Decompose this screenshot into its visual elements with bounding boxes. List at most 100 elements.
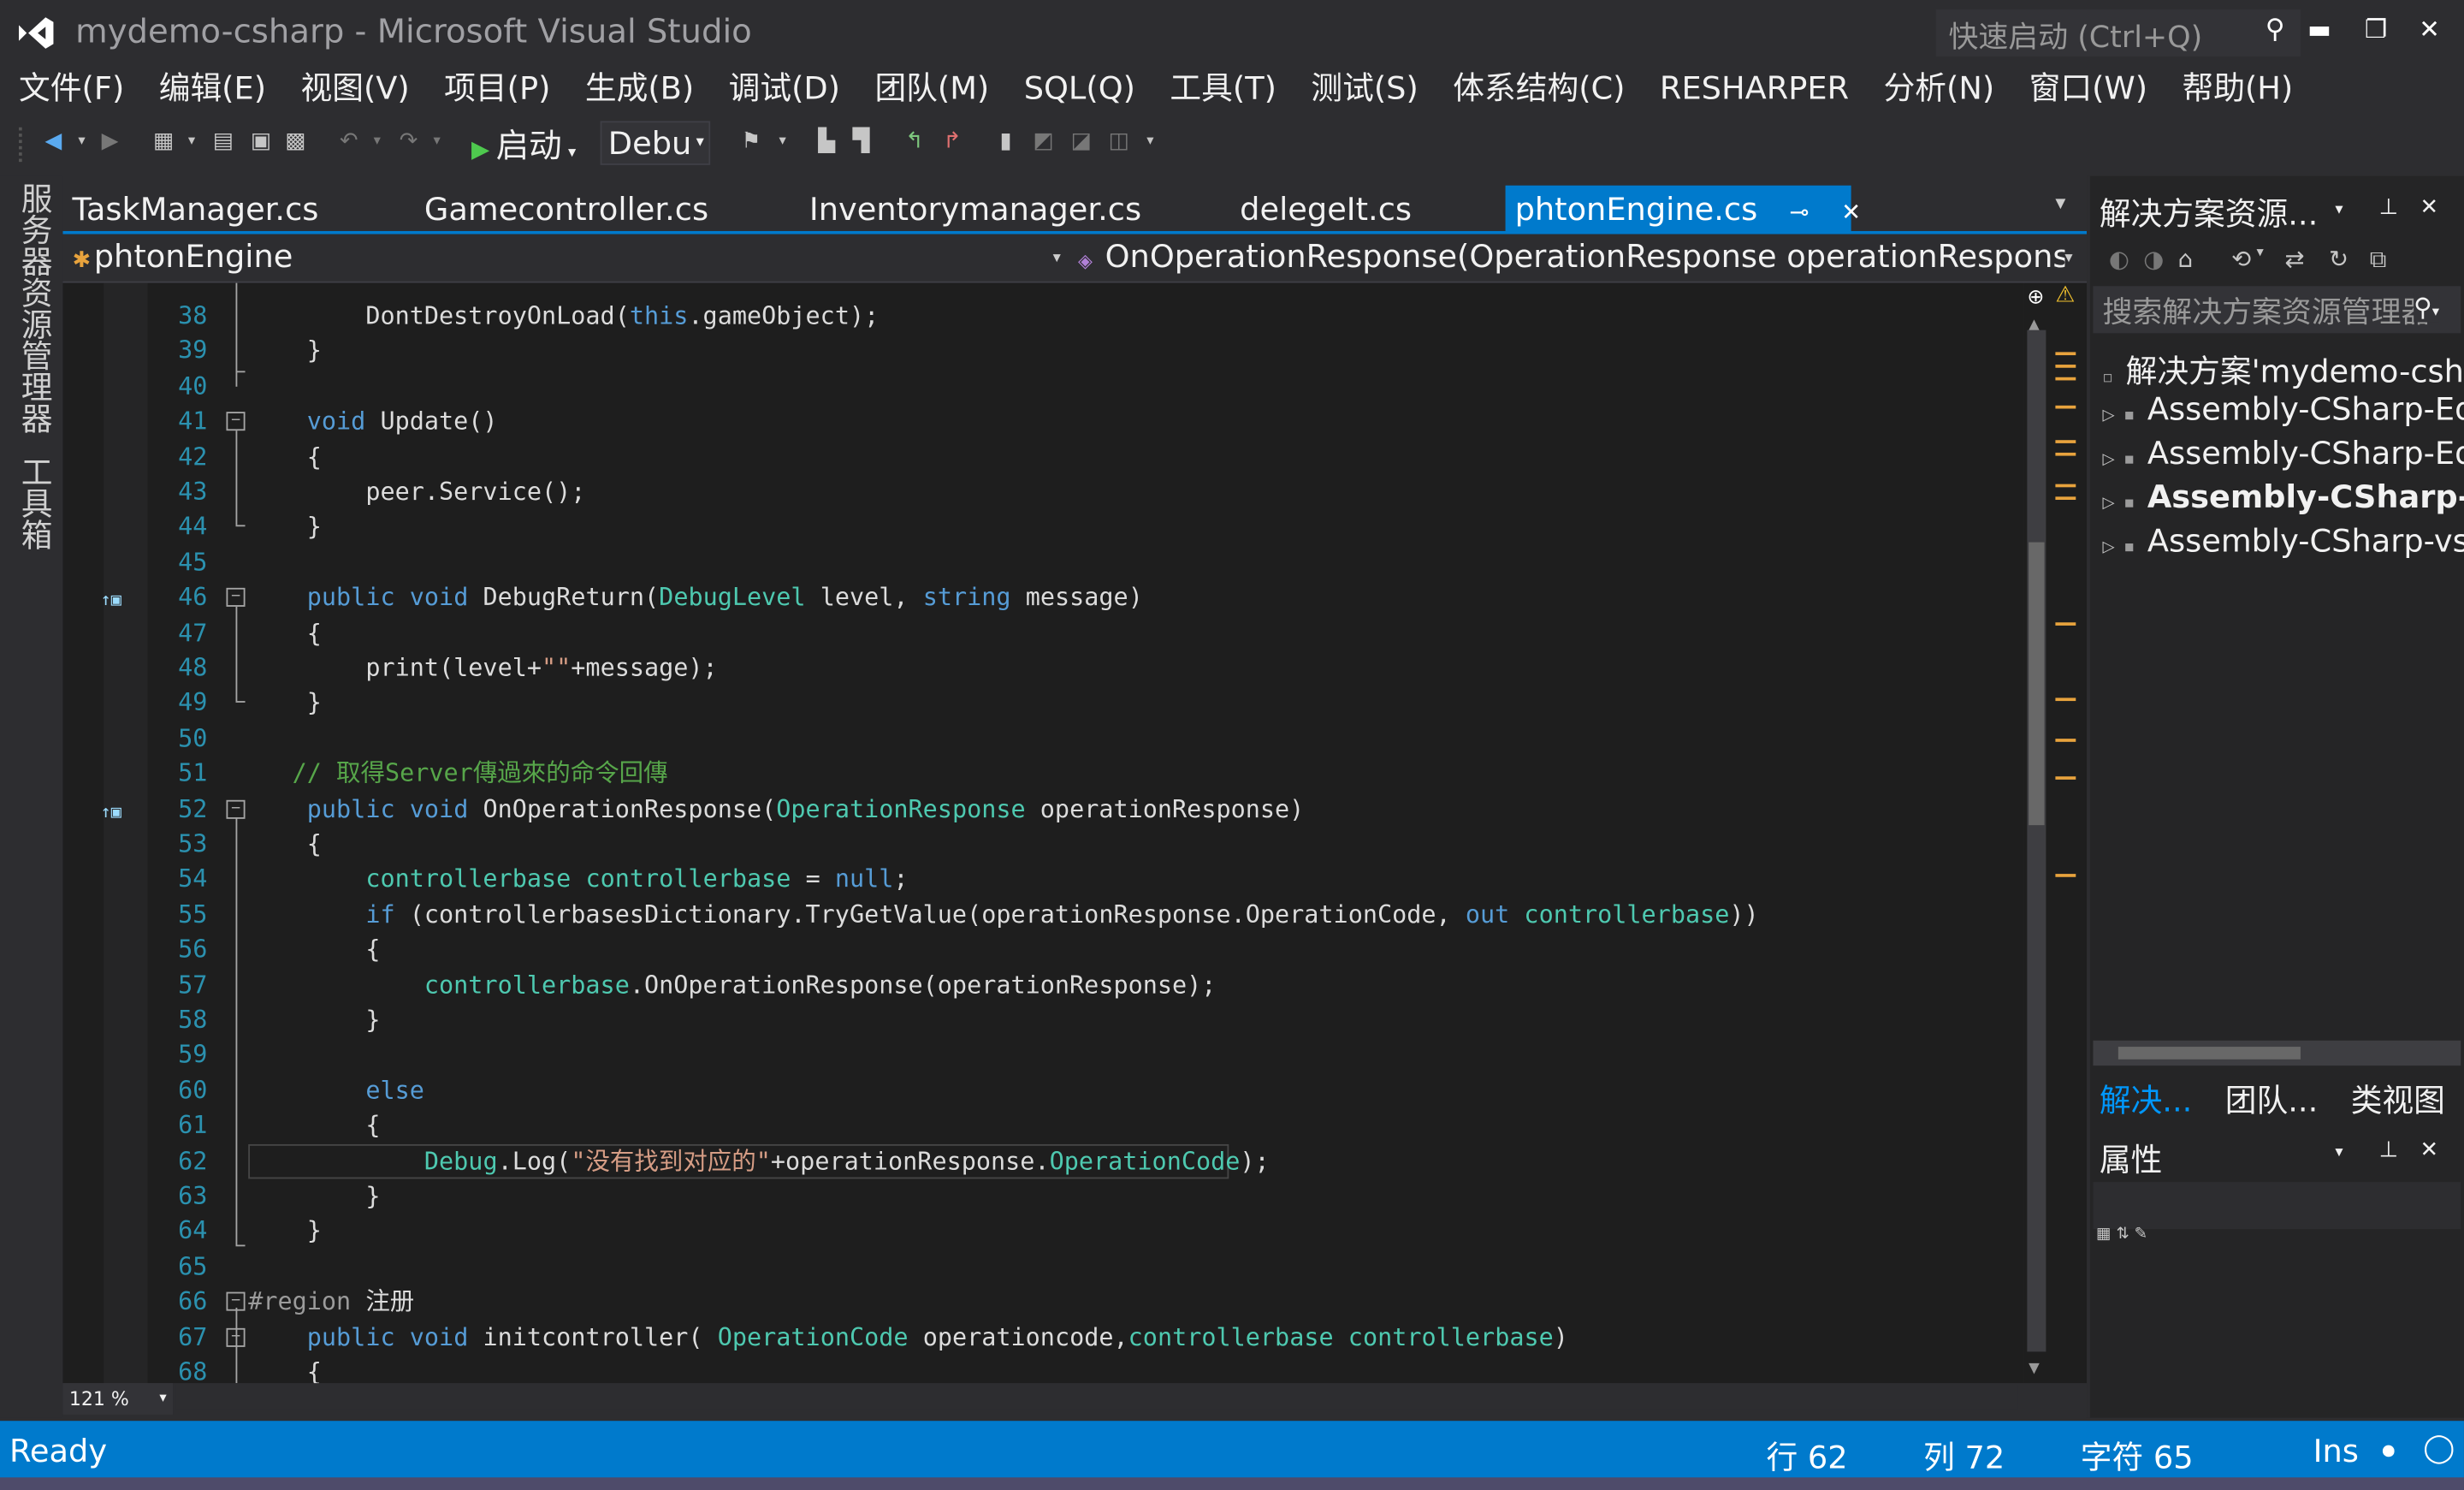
- sync-with-document-icon[interactable]: ⇄: [2285, 245, 2305, 273]
- error-marker[interactable]: [2055, 698, 2076, 702]
- code-line[interactable]: 62 Debug.Log("没有找到对应的"+operationResponse…: [62, 1143, 2023, 1178]
- code-line[interactable]: 47 {: [62, 615, 2023, 650]
- expand-icon[interactable]: ▷: [2103, 539, 2115, 556]
- sync-dropdown-icon[interactable]: ▾: [2257, 245, 2264, 260]
- tab-class-view[interactable]: 类视图: [2351, 1075, 2445, 1120]
- code-line[interactable]: 68 {: [62, 1355, 2023, 1383]
- code-line[interactable]: 49 }: [62, 686, 2023, 721]
- collapse-all-icon[interactable]: ⧉: [2370, 245, 2387, 273]
- panel-horizontal-scrollbar[interactable]: [2093, 1040, 2461, 1066]
- menu-item[interactable]: 分析(N): [1884, 66, 1995, 113]
- tree-item-solution[interactable]: ▫ 解决方案'mydemo-csharp': [2103, 346, 2464, 391]
- restore-button[interactable]: ❐: [2354, 9, 2397, 53]
- menu-item[interactable]: RESHARPER: [1660, 66, 1849, 113]
- undo-dropdown-icon[interactable]: ▾: [364, 129, 389, 154]
- scroll-thumb[interactable]: [2118, 1047, 2301, 1060]
- toolbar-overflow-icon[interactable]: ▾: [1138, 129, 1163, 154]
- tab-taskmanager[interactable]: TaskManager.cs: [62, 186, 328, 233]
- code-editor[interactable]: 38 DontDestroyOnLoad(this.gameObject); 39…: [62, 282, 2024, 1384]
- redo-dropdown-icon[interactable]: ▾: [424, 129, 449, 154]
- expand-icon[interactable]: ▷: [2103, 495, 2115, 512]
- editor-horizontal-scrollbar[interactable]: [175, 1384, 2018, 1410]
- code-line[interactable]: 43 peer.Service();: [62, 475, 2023, 510]
- code-line[interactable]: 65: [62, 1250, 2023, 1285]
- error-marker[interactable]: [2055, 776, 2076, 780]
- error-marker[interactable]: [2055, 405, 2076, 409]
- comment-selection-icon[interactable]: ↰: [902, 129, 927, 154]
- home-icon[interactable]: ⌂: [2178, 245, 2194, 273]
- code-line[interactable]: 52 ↑▣ − public void OnOperationResponse(Op…: [62, 792, 2023, 827]
- tree-item-project[interactable]: ▷ ▪ Assembly-CSharp-Editor-vs: [2103, 434, 2464, 472]
- menu-item[interactable]: 窗口(W): [2029, 66, 2147, 113]
- menu-item[interactable]: 文件(F): [19, 66, 124, 113]
- menu-item[interactable]: SQL(Q): [1024, 66, 1135, 113]
- editor-vertical-scrollbar[interactable]: ⊕ ⚠ ▲ ▼: [2023, 282, 2088, 1384]
- collapse-region-icon[interactable]: −: [226, 799, 246, 819]
- menu-item[interactable]: 体系结构(C): [1453, 66, 1625, 113]
- members-dropdown[interactable]: ◈ OnOperationResponse(OperationResponse o…: [1078, 237, 2064, 281]
- start-debugging-button[interactable]: ▶ 启动 ▾: [471, 121, 576, 168]
- tab-inventorymanager[interactable]: Inventorymanager.cs: [800, 186, 1151, 233]
- error-marker[interactable]: [2055, 452, 2076, 456]
- warning-icon[interactable]: ⚠: [2055, 283, 2075, 308]
- scroll-down-icon[interactable]: ▼: [2029, 1361, 2040, 1376]
- menu-item[interactable]: 帮助(H): [2182, 66, 2293, 113]
- pin-panel-icon[interactable]: ⊥: [2379, 1138, 2398, 1163]
- code-line[interactable]: 59: [62, 1038, 2023, 1073]
- implements-interface-icon[interactable]: ↑▣: [101, 584, 121, 619]
- tree-item-project[interactable]: ▷ ▪ Assembly-CSharp-vs: [2103, 522, 2464, 560]
- alphabetical-icon[interactable]: ⇅: [2116, 1226, 2129, 1243]
- panel-options-icon[interactable]: ▾: [2335, 201, 2343, 218]
- code-line[interactable]: 66− #region 注册: [62, 1285, 2023, 1320]
- code-line[interactable]: 45: [62, 545, 2023, 580]
- save-icon[interactable]: ▣: [248, 129, 273, 154]
- chevron-down-icon[interactable]: ▾: [2064, 250, 2072, 267]
- code-line[interactable]: 38 DontDestroyOnLoad(this.gameObject);: [62, 299, 2023, 334]
- code-line[interactable]: 51 // 取得Server傳過來的命令回傳: [62, 757, 2023, 792]
- zoom-level-select[interactable]: 121 % ▾: [62, 1383, 174, 1415]
- error-marker[interactable]: [2055, 352, 2076, 356]
- back-dropdown-icon[interactable]: ▾: [69, 129, 94, 154]
- code-line[interactable]: 50: [62, 721, 2023, 757]
- implements-interface-icon[interactable]: ↑▣: [101, 795, 121, 830]
- redo-icon[interactable]: ↷: [396, 129, 421, 154]
- menu-item[interactable]: 团队(M): [874, 66, 989, 113]
- tab-team-explorer[interactable]: 团队...: [2225, 1075, 2319, 1120]
- code-line[interactable]: 55 if (controllerbasesDictionary.TryGetV…: [62, 897, 2023, 932]
- menu-item[interactable]: 项目(P): [444, 66, 550, 113]
- undo-icon[interactable]: ↶: [336, 129, 361, 154]
- menu-item[interactable]: 工具(T): [1170, 66, 1276, 113]
- error-marker[interactable]: [2055, 440, 2076, 443]
- code-line[interactable]: 64 }: [62, 1214, 2023, 1249]
- pin-panel-icon[interactable]: ⊥: [2379, 195, 2398, 220]
- scroll-thumb[interactable]: [2029, 542, 2045, 826]
- uncomment-selection-icon[interactable]: ↱: [939, 129, 964, 154]
- forward-icon[interactable]: ◑: [2143, 245, 2164, 273]
- collapse-region-icon[interactable]: −: [226, 588, 246, 608]
- code-line[interactable]: 39 }: [62, 334, 2023, 369]
- server-explorer-tab[interactable]: 服务器资源管理器: [13, 182, 58, 434]
- toolbar-grip[interactable]: [19, 127, 24, 163]
- property-pages-icon[interactable]: ✎: [2135, 1226, 2147, 1243]
- pin-tab-icon[interactable]: ⊸: [1790, 198, 1810, 226]
- code-line[interactable]: 41− void Update(): [62, 404, 2023, 439]
- new-project-icon[interactable]: ▦: [151, 129, 175, 154]
- solution-search-input[interactable]: 搜索解决方案资源管理器: [2093, 286, 2461, 334]
- tree-item-project[interactable]: ▷ ▪ Assembly-CSharp-Editor: [2103, 389, 2464, 427]
- collapse-region-icon[interactable]: −: [226, 1291, 246, 1311]
- error-marker[interactable]: [2055, 739, 2076, 742]
- error-marker[interactable]: [2055, 496, 2076, 501]
- close-panel-icon[interactable]: ✕: [2420, 1138, 2439, 1163]
- expand-icon[interactable]: ▷: [2103, 451, 2115, 468]
- code-line[interactable]: 42 {: [62, 439, 2023, 474]
- error-marker[interactable]: [2055, 484, 2076, 488]
- code-line[interactable]: 57 controllerbase.OnOperationResponse(op…: [62, 968, 2023, 1003]
- menu-item[interactable]: 编辑(E): [159, 66, 266, 113]
- notification-icon[interactable]: ◯: [2423, 1432, 2455, 1465]
- minimize-button[interactable]: ▬: [2297, 9, 2341, 53]
- back-icon[interactable]: ◐: [2109, 245, 2129, 273]
- bookmark-window-icon[interactable]: ▙: [814, 129, 838, 154]
- search-icon[interactable]: ⚲▾: [2414, 292, 2440, 323]
- code-line[interactable]: 63 }: [62, 1178, 2023, 1214]
- close-tab-icon[interactable]: ✕: [1841, 198, 1861, 226]
